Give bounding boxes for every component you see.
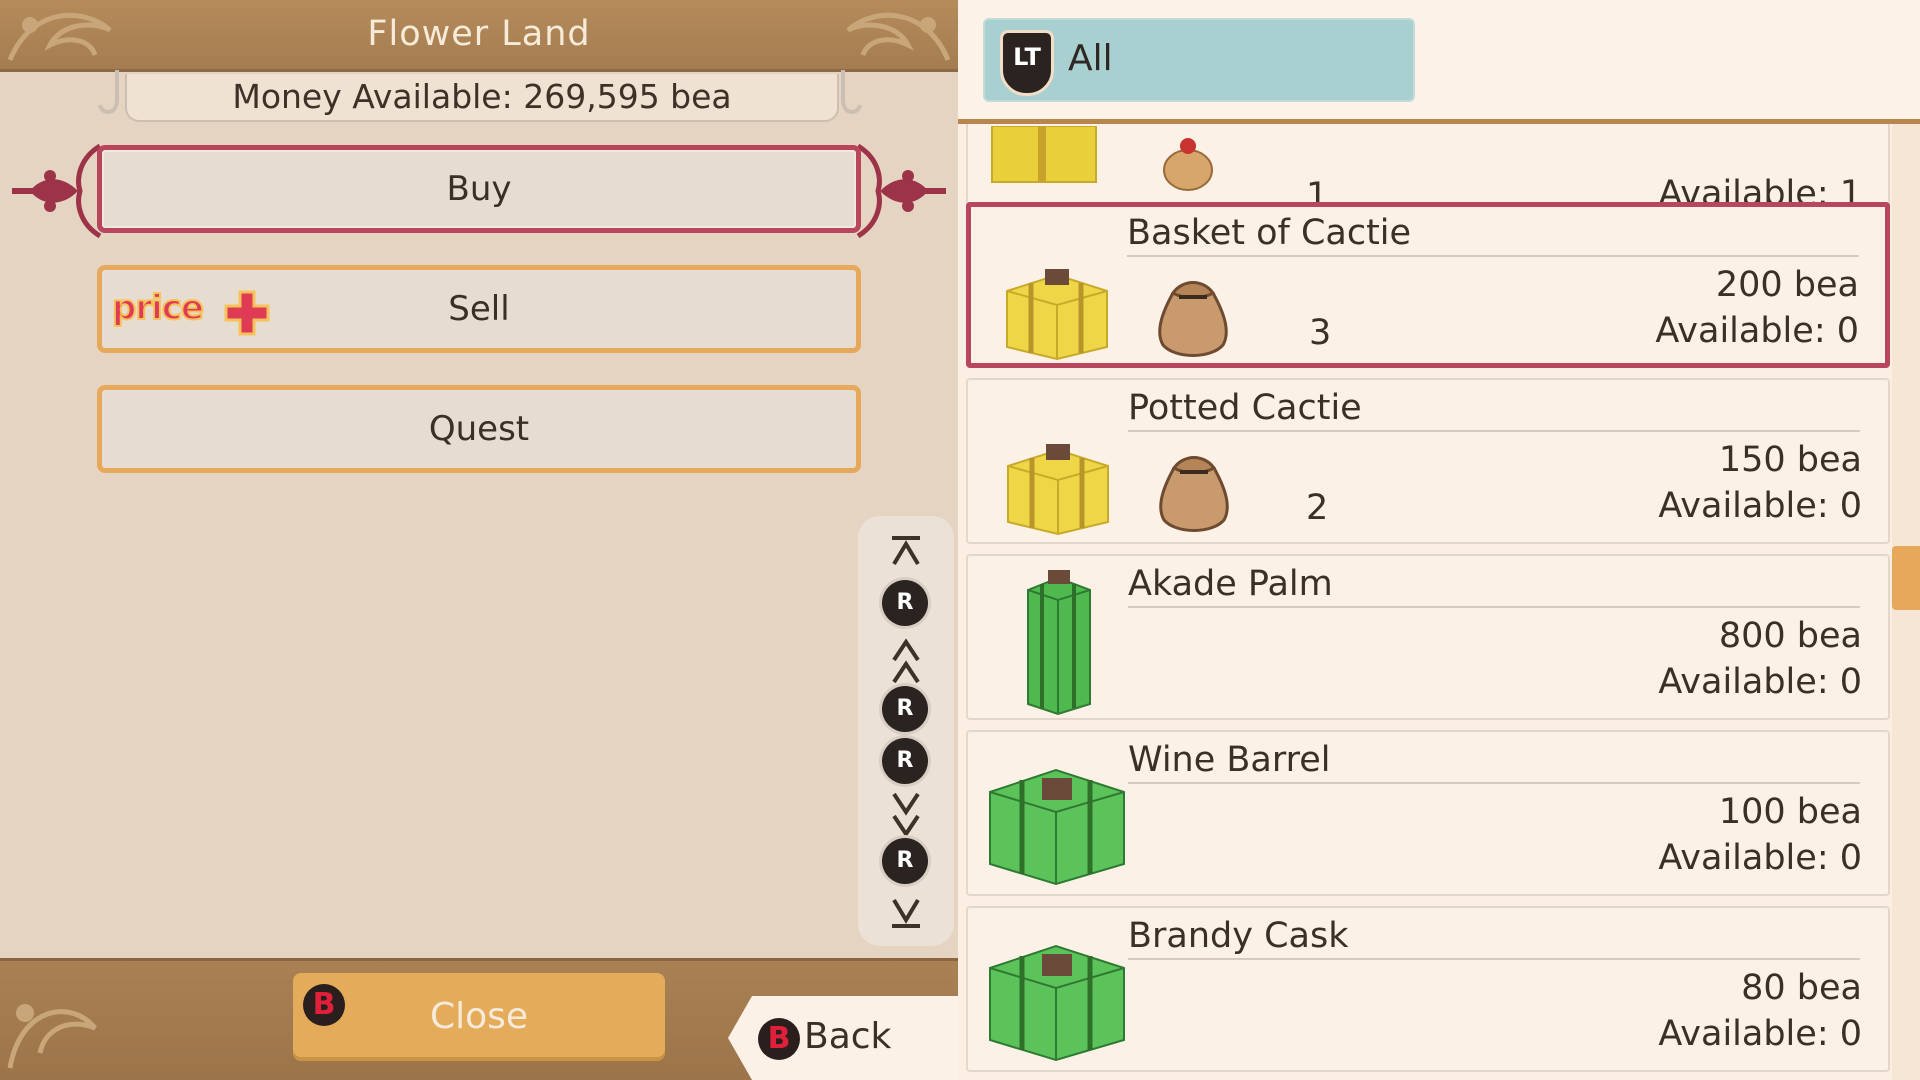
- item-price: 80 bea: [1741, 968, 1862, 1008]
- buy-label: Buy: [446, 169, 512, 209]
- item-quantity: 3: [1309, 313, 1332, 353]
- filter-bar-divider: [958, 119, 1920, 124]
- r-stick-right-label: R: [896, 748, 914, 773]
- item-available: Available: 0: [1658, 838, 1862, 878]
- item-list[interactable]: 1 Available: 1 Basket of Cactie 3 200 be…: [958, 124, 1890, 1080]
- item-name: Brandy Cask: [1128, 916, 1860, 960]
- b-button-badge-back: B: [758, 1018, 800, 1060]
- r-stick-up-label: R: [896, 590, 914, 615]
- item-price: 100 bea: [1718, 792, 1862, 832]
- scroll-to-bottom-icon[interactable]: [858, 896, 954, 932]
- r-stick-left-button[interactable]: R: [882, 686, 928, 732]
- price-plus-badge: price: [111, 287, 205, 329]
- sell-button[interactable]: price Sell: [97, 265, 861, 353]
- shop-title: Flower Land: [367, 14, 591, 54]
- shop-header: Flower Land: [0, 0, 958, 72]
- footer-ornament-left-icon: [7, 1004, 97, 1069]
- selection-flourish-left-icon: [12, 143, 102, 239]
- price-plus-cross-icon: [224, 290, 270, 336]
- header-ornament-right-icon: [846, 12, 951, 61]
- item-name: Wine Barrel: [1128, 740, 1860, 784]
- item-name: Akade Palm: [1128, 564, 1860, 608]
- filter-label: All: [1068, 38, 1113, 79]
- list-item[interactable]: Wine Barrel 100 bea Available: 0: [966, 730, 1890, 896]
- item-available: Available: 0: [1658, 1014, 1862, 1054]
- item-available: Available: 0: [1658, 486, 1862, 526]
- scroll-controls: R R R R: [858, 516, 954, 946]
- item-available: Available: 0: [1655, 311, 1859, 351]
- buy-button[interactable]: Buy: [97, 145, 861, 233]
- close-label: Close: [429, 996, 529, 1037]
- r-stick-left-label: R: [896, 696, 914, 721]
- item-available: Available: 0: [1658, 662, 1862, 702]
- sell-label: Sell: [448, 289, 510, 329]
- quest-button[interactable]: Quest: [97, 385, 861, 473]
- close-button[interactable]: Close: [293, 973, 665, 1061]
- list-item[interactable]: Potted Cactie 2 150 bea Available: 0: [966, 378, 1890, 544]
- item-price: 800 bea: [1718, 616, 1862, 656]
- quest-label: Quest: [428, 409, 530, 449]
- page-down-icon[interactable]: [858, 786, 954, 842]
- scroll-to-top-icon[interactable]: [858, 532, 954, 568]
- money-available: Money Available: 269,595 bea: [125, 74, 839, 122]
- list-scrollbar-thumb[interactable]: [1892, 546, 1920, 610]
- item-name: Potted Cactie: [1128, 388, 1860, 432]
- back-label[interactable]: Back: [804, 1016, 891, 1057]
- list-item[interactable]: Brandy Cask 80 bea Available: 0: [966, 906, 1890, 1072]
- item-price: 150 bea: [1718, 440, 1862, 480]
- list-item-selected[interactable]: Basket of Cactie 3 200 bea Available: 0: [966, 202, 1890, 368]
- item-quantity: 2: [1306, 488, 1329, 528]
- r-stick-right-button[interactable]: R: [882, 738, 928, 784]
- seed-bag-icon: [1159, 456, 1229, 532]
- r-stick-down-label: R: [896, 848, 914, 873]
- item-name: Basket of Cactie: [1127, 213, 1859, 257]
- r-stick-up-button[interactable]: R: [882, 580, 928, 626]
- r-stick-down-button[interactable]: R: [882, 838, 928, 884]
- list-item[interactable]: Akade Palm 800 bea Available: 0: [966, 554, 1890, 720]
- small-seed-bag-icon: [1163, 138, 1213, 191]
- lt-trigger-badge: LT: [1000, 30, 1054, 96]
- seed-bag-icon: [1158, 281, 1228, 357]
- b-button-badge-close: B: [303, 984, 345, 1026]
- page-up-icon[interactable]: [858, 634, 954, 690]
- green-gift-box-icon: [989, 944, 1125, 1062]
- yellow-gift-box-icon: [991, 126, 1097, 183]
- selection-flourish-right-icon: [856, 143, 946, 239]
- yellow-gift-box-icon: [1006, 269, 1108, 361]
- item-price: 200 bea: [1715, 265, 1859, 305]
- tall-green-gift-box-icon: [1027, 570, 1091, 716]
- yellow-gift-box-icon: [1007, 444, 1109, 536]
- green-gift-box-icon: [989, 768, 1125, 886]
